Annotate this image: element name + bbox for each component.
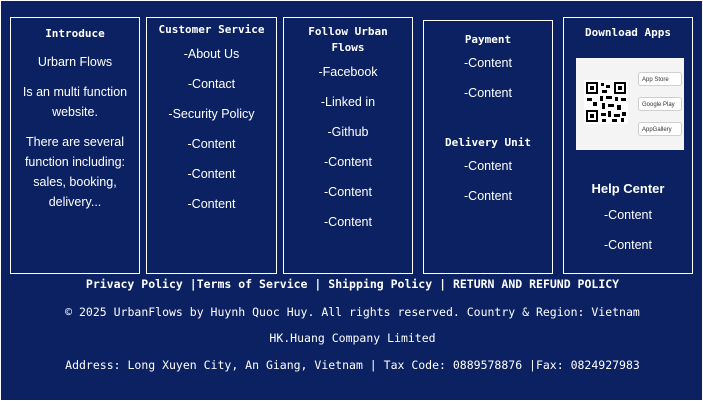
link-content[interactable]: -Content — [147, 164, 276, 184]
delivery-content[interactable]: -Content — [424, 156, 552, 176]
payment-title: Payment — [464, 33, 512, 46]
link-security-policy[interactable]: -Security Policy — [147, 104, 276, 124]
download-apps-column: Download Apps App Store Google Play AppG… — [563, 17, 693, 274]
separator: | — [189, 277, 197, 291]
follow-title: Follow Urban Flows — [308, 25, 388, 54]
app-store-label: App Store — [642, 77, 669, 83]
brand-name: Urbarn Flows — [37, 55, 113, 69]
link-content[interactable]: -Content — [284, 182, 412, 202]
payment-content[interactable]: -Content — [424, 53, 552, 73]
introduce-column: Introduce Urbarn Flows Is an multi funct… — [10, 17, 140, 274]
help-content[interactable]: -Content — [564, 205, 692, 225]
terms-of-service-link[interactable]: Terms of Service — [197, 277, 308, 291]
follow-column: Follow Urban Flows -Facebook -Linked in … — [283, 17, 413, 274]
app-download-card[interactable]: App Store Google Play AppGallery — [576, 58, 684, 150]
google-play-badge[interactable]: Google Play — [638, 97, 682, 111]
delivery-content[interactable]: -Content — [424, 186, 552, 206]
link-linkedin[interactable]: -Linked in — [284, 92, 412, 112]
help-content[interactable]: -Content — [564, 235, 692, 255]
payment-content[interactable]: -Content — [424, 83, 552, 103]
link-content[interactable]: -Content — [284, 152, 412, 172]
app-store-badge[interactable]: App Store — [638, 72, 682, 86]
shipping-policy-link[interactable]: Shipping Policy — [328, 277, 432, 291]
payment-column: Payment -Content -Content Delivery Unit … — [423, 20, 553, 274]
intro-desc-2: There are several function including: sa… — [24, 135, 126, 209]
introduce-title: Introduce — [45, 27, 105, 40]
link-contact[interactable]: -Contact — [147, 74, 276, 94]
app-gallery-badge[interactable]: AppGallery — [638, 122, 682, 136]
separator: | — [314, 277, 329, 291]
copyright-text: © 2025 UrbanFlows by Huynh Quoc Huy. All… — [65, 305, 640, 319]
help-center-title: Help Center — [591, 181, 665, 196]
google-play-label: Google Play — [642, 102, 675, 108]
link-facebook[interactable]: -Facebook — [284, 62, 412, 82]
address-text: Address: Long Xuyen City, An Giang, Viet… — [65, 358, 640, 372]
link-content[interactable]: -Content — [147, 194, 276, 214]
link-content[interactable]: -Content — [147, 134, 276, 154]
download-apps-title: Download Apps — [584, 26, 672, 39]
link-about-us[interactable]: -About Us — [147, 44, 276, 64]
separator: | — [439, 277, 453, 291]
customer-service-title: Customer Service — [158, 23, 265, 36]
company-name: HK.Huang Company Limited — [269, 331, 436, 345]
app-gallery-label: AppGallery — [642, 127, 672, 133]
intro-desc-1: Is an multi function website. — [22, 85, 128, 119]
policy-links: Privacy Policy |Terms of Service | Shipp… — [1, 277, 703, 291]
return-refund-policy-link[interactable]: RETURN AND REFUND POLICY — [453, 277, 619, 291]
delivery-unit-title: Delivery Unit — [444, 136, 532, 149]
site-footer: Introduce Urbarn Flows Is an multi funct… — [0, 0, 703, 401]
customer-service-column: Customer Service -About Us -Contact -Sec… — [146, 17, 277, 274]
qr-code-icon — [584, 80, 628, 124]
link-content[interactable]: -Content — [284, 212, 412, 232]
privacy-policy-link[interactable]: Privacy Policy — [86, 277, 183, 291]
link-github[interactable]: -Github — [284, 122, 412, 142]
